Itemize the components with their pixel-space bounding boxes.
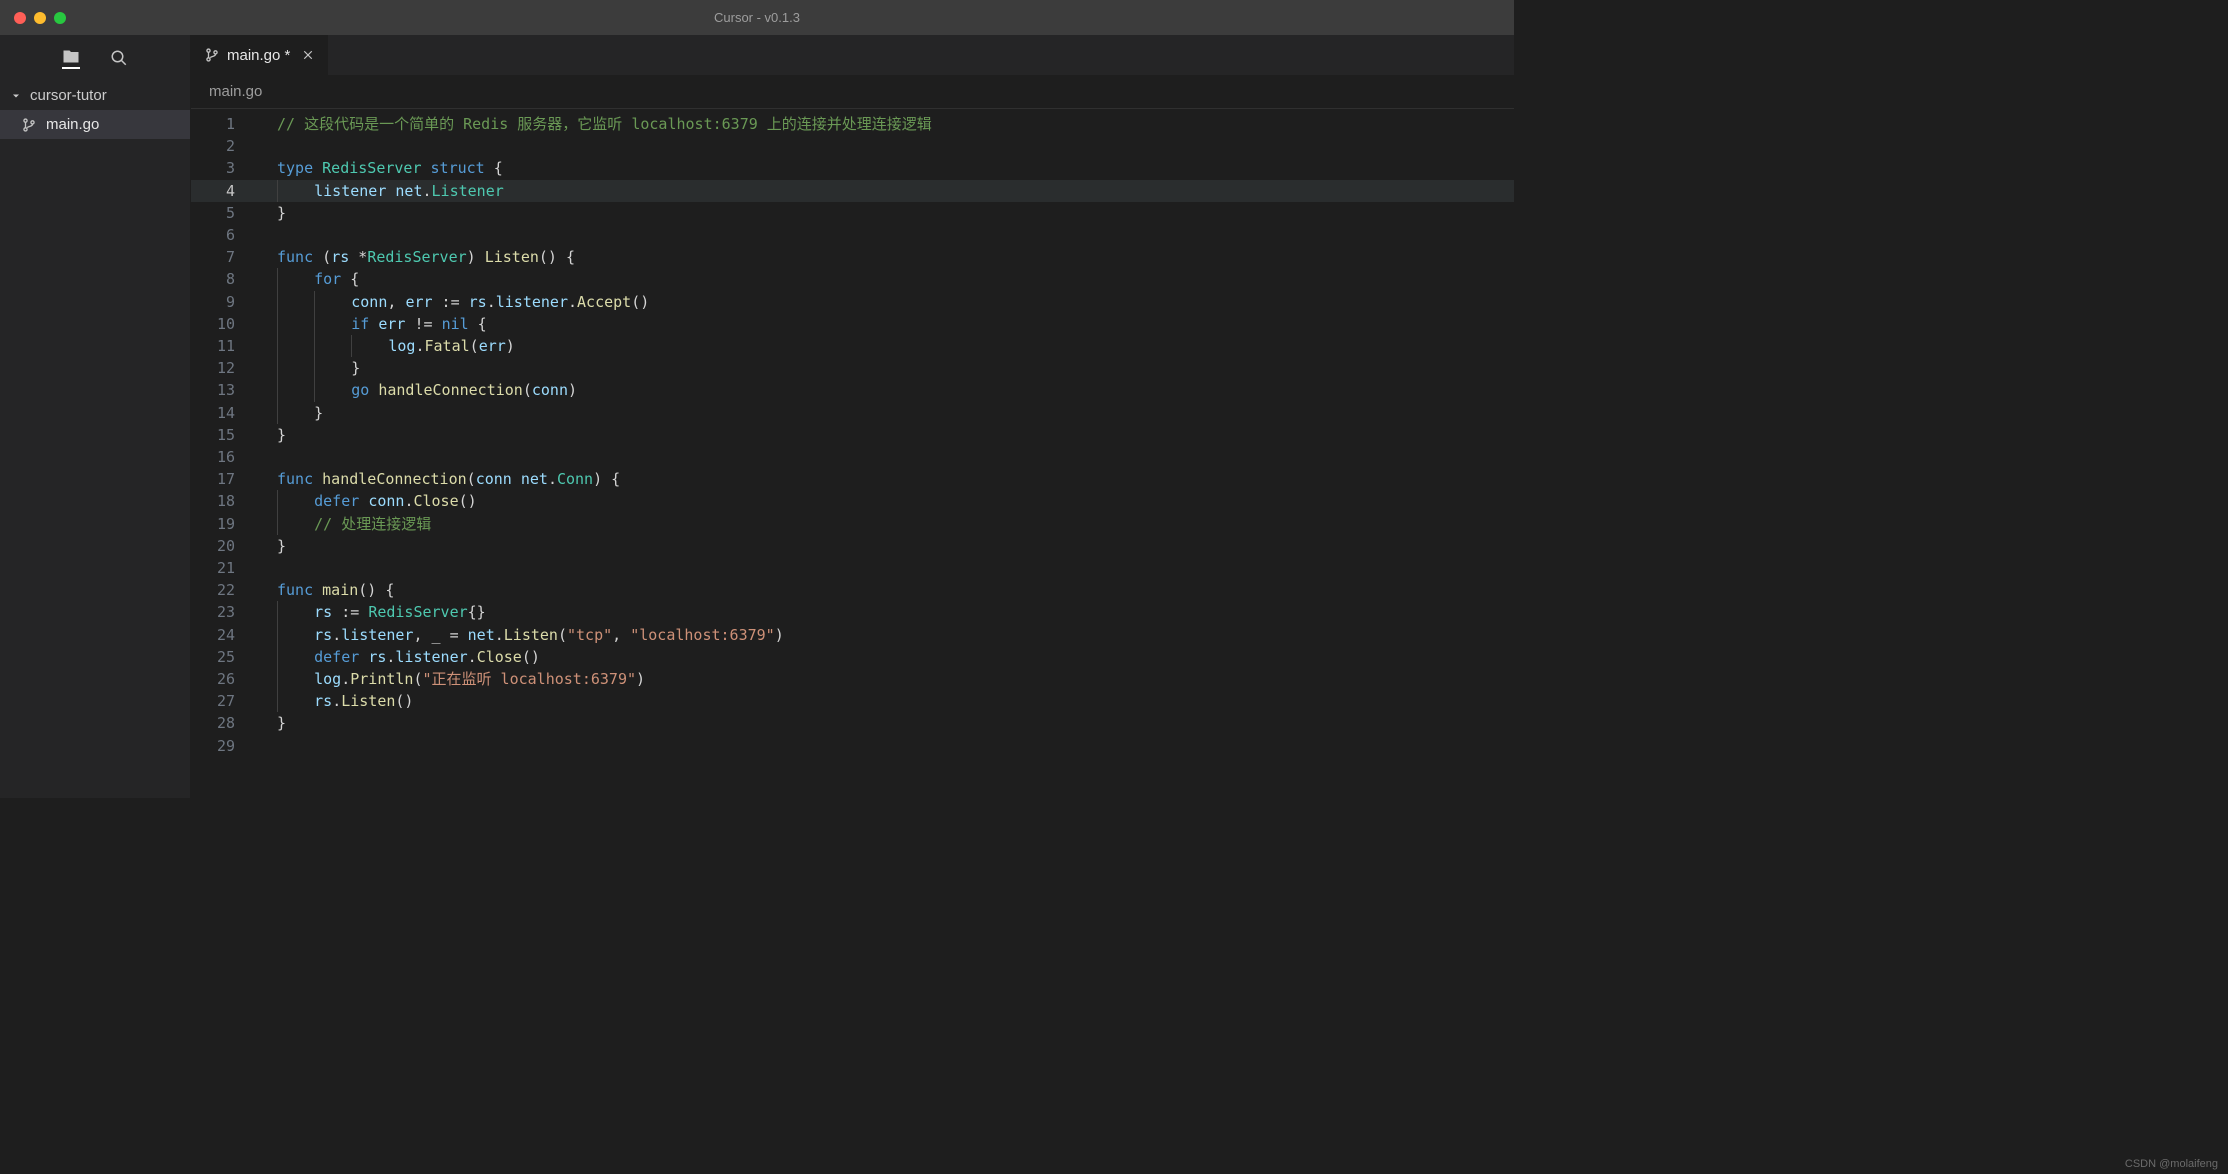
close-button[interactable]: [14, 12, 26, 24]
tab-main-go[interactable]: main.go *: [191, 35, 328, 75]
line-number: 7: [191, 246, 263, 268]
code-line[interactable]: [263, 557, 1514, 579]
line-number: 2: [191, 135, 263, 157]
window-title: Cursor - v0.1.3: [0, 10, 1514, 25]
code-line[interactable]: }: [263, 402, 1514, 424]
code-line[interactable]: rs.Listen(): [263, 690, 1514, 712]
minimize-button[interactable]: [34, 12, 46, 24]
line-number: 18: [191, 490, 263, 512]
breadcrumb[interactable]: main.go: [191, 75, 1514, 109]
project-folder[interactable]: cursor-tutor: [0, 81, 190, 110]
code-line[interactable]: // 这段代码是一个简单的 Redis 服务器，它监听 localhost:63…: [263, 113, 1514, 135]
code-line[interactable]: defer conn.Close(): [263, 490, 1514, 512]
code-line[interactable]: log.Println("正在监听 localhost:6379"): [263, 668, 1514, 690]
chevron-down-icon: [10, 90, 22, 102]
code-line[interactable]: rs := RedisServer{}: [263, 601, 1514, 623]
tab-label: main.go *: [227, 47, 290, 64]
code-line[interactable]: [263, 224, 1514, 246]
line-number: 15: [191, 424, 263, 446]
code-line[interactable]: }: [263, 535, 1514, 557]
line-number: 26: [191, 668, 263, 690]
code-line[interactable]: func main() {: [263, 579, 1514, 601]
line-number: 6: [191, 224, 263, 246]
code-line[interactable]: }: [263, 202, 1514, 224]
code-lines[interactable]: // 这段代码是一个简单的 Redis 服务器，它监听 localhost:63…: [263, 113, 1514, 798]
close-icon[interactable]: [302, 49, 314, 61]
titlebar: Cursor - v0.1.3: [0, 0, 1514, 35]
line-number: 23: [191, 601, 263, 623]
code-line[interactable]: go handleConnection(conn): [263, 379, 1514, 401]
code-line[interactable]: log.Fatal(err): [263, 335, 1514, 357]
line-number: 13: [191, 379, 263, 401]
code-line[interactable]: for {: [263, 268, 1514, 290]
line-number: 29: [191, 735, 263, 757]
window-controls: [14, 12, 66, 24]
line-number: 17: [191, 468, 263, 490]
line-number: 5: [191, 202, 263, 224]
code-line[interactable]: }: [263, 357, 1514, 379]
code-line[interactable]: }: [263, 712, 1514, 734]
code-line[interactable]: if err != nil {: [263, 313, 1514, 335]
editor: main.go * main.go 1234567891011121314151…: [191, 35, 1514, 798]
project-name: cursor-tutor: [30, 87, 107, 104]
line-number: 10: [191, 313, 263, 335]
line-number: 12: [191, 357, 263, 379]
sidebar-file-main-go[interactable]: main.go: [0, 110, 190, 139]
search-icon[interactable]: [110, 49, 128, 67]
files-icon[interactable]: [62, 47, 80, 69]
line-number: 19: [191, 513, 263, 535]
line-number: 9: [191, 291, 263, 313]
maximize-button[interactable]: [54, 12, 66, 24]
line-numbers: 1234567891011121314151617181920212223242…: [191, 113, 263, 798]
code-line[interactable]: listener net.Listener: [263, 180, 1514, 202]
line-number: 16: [191, 446, 263, 468]
watermark: CSDN @molaifeng: [2125, 1158, 2218, 1170]
line-number: 4: [191, 180, 263, 202]
line-number: 28: [191, 712, 263, 734]
line-number: 14: [191, 402, 263, 424]
line-number: 11: [191, 335, 263, 357]
sidebar-tabs: [0, 35, 190, 81]
code-line[interactable]: }: [263, 424, 1514, 446]
git-branch-icon: [22, 118, 36, 132]
line-number: 8: [191, 268, 263, 290]
code-line[interactable]: defer rs.listener.Close(): [263, 646, 1514, 668]
line-number: 20: [191, 535, 263, 557]
file-name: main.go: [46, 116, 99, 133]
tab-bar: main.go *: [191, 35, 1514, 75]
code-line[interactable]: [263, 135, 1514, 157]
line-number: 21: [191, 557, 263, 579]
code-line[interactable]: rs.listener, _ = net.Listen("tcp", "loca…: [263, 624, 1514, 646]
line-number: 25: [191, 646, 263, 668]
line-number: 27: [191, 690, 263, 712]
code-line[interactable]: func (rs *RedisServer) Listen() {: [263, 246, 1514, 268]
line-number: 22: [191, 579, 263, 601]
code-line[interactable]: // 处理连接逻辑: [263, 513, 1514, 535]
code-area[interactable]: 1234567891011121314151617181920212223242…: [191, 109, 1514, 798]
code-line[interactable]: type RedisServer struct {: [263, 157, 1514, 179]
sidebar: cursor-tutor main.go: [0, 35, 191, 798]
code-line[interactable]: func handleConnection(conn net.Conn) {: [263, 468, 1514, 490]
code-line[interactable]: conn, err := rs.listener.Accept(): [263, 291, 1514, 313]
line-number: 1: [191, 113, 263, 135]
line-number: 24: [191, 624, 263, 646]
git-branch-icon: [205, 48, 219, 62]
code-line[interactable]: [263, 446, 1514, 468]
line-number: 3: [191, 157, 263, 179]
code-line[interactable]: [263, 735, 1514, 757]
